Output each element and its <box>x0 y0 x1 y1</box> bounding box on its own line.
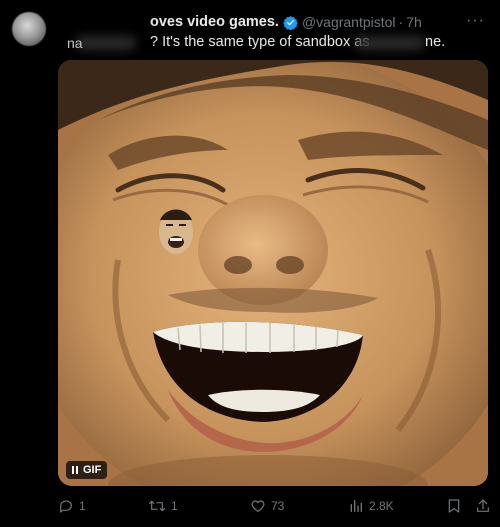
reply-count: 1 <box>79 499 86 513</box>
post-text-tail: ne. <box>425 34 446 50</box>
timestamp[interactable]: 7h <box>406 14 422 30</box>
bookmark-icon <box>448 499 460 513</box>
like-button[interactable]: 73 <box>250 498 284 514</box>
share-icon <box>477 499 489 512</box>
action-bar: 1 1 73 2.8K <box>0 498 500 520</box>
views-button[interactable]: 2.8K <box>348 498 394 514</box>
separator-dot: · <box>398 14 404 30</box>
more-options-button[interactable]: ··· <box>466 13 485 29</box>
small-face-sticker <box>159 209 193 254</box>
display-name[interactable]: oves video games. <box>150 14 279 30</box>
share-button[interactable] <box>475 498 491 514</box>
post-text: ? It's the same type of sandbox as <box>150 34 370 50</box>
redacted-text-blur <box>76 36 136 50</box>
reply-icon <box>60 500 72 513</box>
verified-badge-icon <box>283 15 298 30</box>
redacted-text-blur <box>355 36 425 50</box>
post: oves video games. @vagrantpistol · 7h ··… <box>0 0 500 527</box>
gif-label: GIF <box>83 464 102 476</box>
post-header: oves video games. @vagrantpistol · 7h <box>150 12 422 32</box>
gif-badge[interactable]: GIF <box>66 461 108 479</box>
handle[interactable]: @vagrantpistol <box>302 14 396 30</box>
analytics-icon <box>350 500 362 512</box>
bookmark-button[interactable] <box>447 498 461 514</box>
text-fragment: na <box>67 35 83 51</box>
reply-button[interactable]: 1 <box>58 498 86 514</box>
repost-icon <box>149 500 165 512</box>
views-count: 2.8K <box>369 499 394 513</box>
pause-icon[interactable] <box>72 466 78 474</box>
media-gif[interactable] <box>58 60 488 486</box>
repost-count: 1 <box>171 499 178 513</box>
repost-button[interactable]: 1 <box>148 498 178 514</box>
heart-icon <box>251 500 265 512</box>
like-count: 73 <box>271 499 285 513</box>
avatar[interactable] <box>12 12 46 46</box>
